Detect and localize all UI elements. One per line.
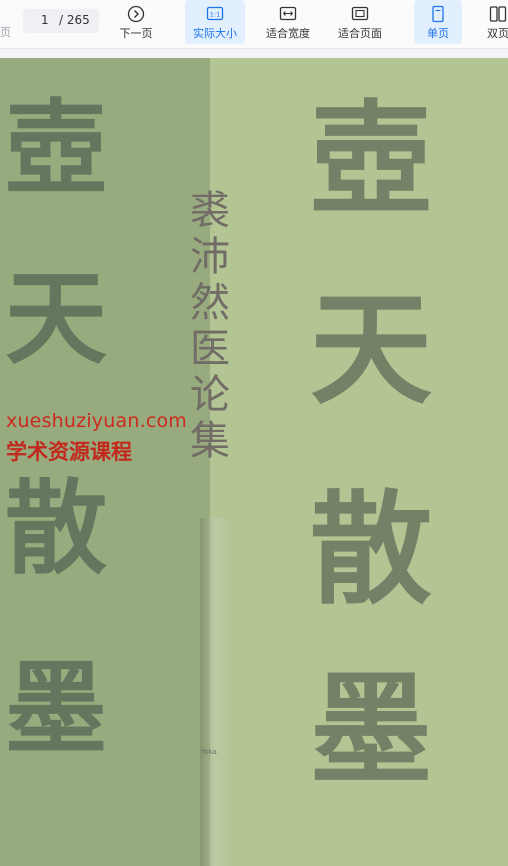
book-title: 裘 沛 然 医 论 集 (186, 188, 234, 464)
next-page-icon (127, 5, 145, 26)
document-page[interactable]: 壺 天 散 墨 壺 天 散 墨 裘 沛 然 医 论 集 xueshuziyuan… (0, 58, 508, 866)
book-title-char: 沛 (190, 234, 230, 280)
watermark-text: 学术资源课程 (6, 440, 132, 464)
next-page-button[interactable]: 下一页 (112, 0, 160, 44)
svg-text:1:1: 1:1 (210, 11, 220, 19)
book-title-char: 裘 (190, 188, 230, 234)
actual-size-label: 实际大小 (193, 27, 237, 40)
calligraphy-right-char: 天 (310, 277, 432, 421)
single-page-icon (429, 5, 447, 26)
fit-page-button[interactable]: 适合页面 (331, 0, 389, 44)
book-title-char: 医 (190, 326, 230, 372)
truncated-label: 页 (0, 26, 11, 39)
watermark-url: xueshuziyuan.com (6, 410, 188, 432)
single-page-label: 单页 (427, 27, 449, 40)
calligraphy-right-char: 墨 (310, 657, 432, 801)
book-title-char: 论 (190, 372, 230, 418)
current-page-input[interactable]: 1 (41, 13, 49, 27)
double-page-label: 双页 (487, 27, 508, 40)
fit-page-label: 适合页面 (338, 27, 382, 40)
book-title-char: 集 (190, 418, 230, 464)
fit-width-button[interactable]: 适合宽度 (259, 0, 317, 44)
calligraphy-left-char: 散 (5, 469, 107, 589)
single-page-button[interactable]: 单页 (414, 0, 462, 44)
fit-page-icon (351, 5, 369, 26)
double-page-icon (489, 5, 507, 26)
page-fold-shadow (200, 518, 230, 866)
actual-size-button[interactable]: 1:1 实际大小 (185, 0, 245, 44)
fit-width-label: 适合宽度 (266, 27, 310, 40)
double-page-button[interactable]: 双页 (478, 0, 508, 44)
seal-mark: Yoka (201, 748, 217, 756)
calligraphy-right-char: 散 (310, 477, 432, 621)
fit-width-icon (279, 5, 297, 26)
pdf-toolbar: 页 1 / 265 下一页 1:1 实际大小 适合宽度 适合页面 单页 双页 (0, 0, 508, 49)
book-title-char: 然 (190, 280, 230, 326)
next-page-label: 下一页 (119, 27, 153, 40)
calligraphy-left-char: 墨 (5, 649, 107, 769)
total-pages-label: / 265 (59, 13, 90, 27)
actual-size-icon: 1:1 (206, 5, 224, 26)
calligraphy-left-char: 天 (5, 259, 107, 379)
page-number-field[interactable]: 1 / 265 (23, 9, 99, 33)
calligraphy-right-char: 壺 (310, 87, 432, 231)
calligraphy-left-char: 壺 (5, 89, 107, 209)
